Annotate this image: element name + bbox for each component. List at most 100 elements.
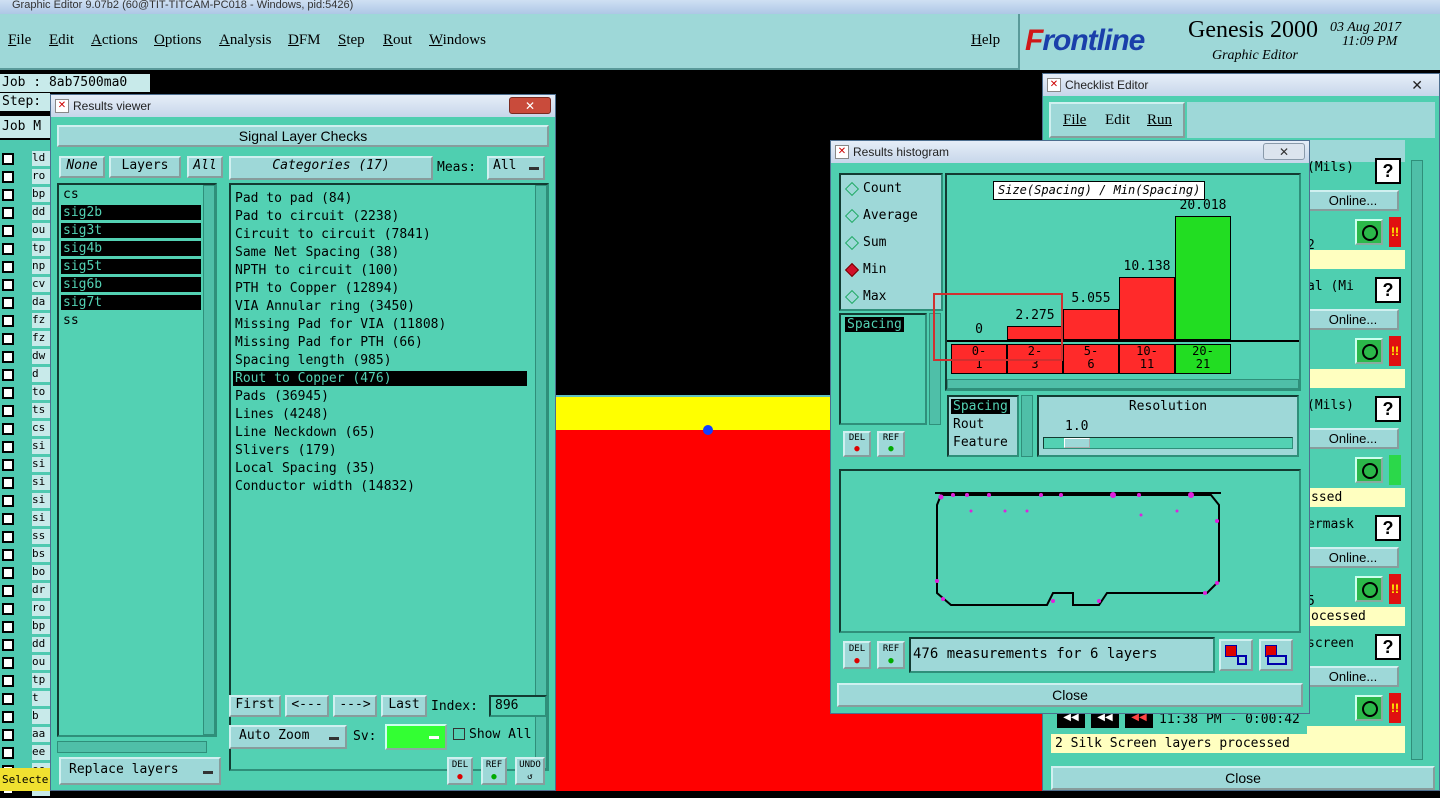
layer-strip-row[interactable]: ou [0,654,50,672]
layer-checkbox[interactable] [2,171,14,183]
layer-strip-row[interactable]: np [0,258,50,276]
menu-dfm[interactable]: DFM [288,32,321,49]
layer-list-item[interactable]: sig2b [61,205,201,220]
step-icon[interactable]: ◀◀ [1091,712,1119,728]
layer-strip-row[interactable]: si [0,456,50,474]
aggregate-option-min[interactable]: Min [843,262,886,277]
online-button[interactable]: Online... [1307,547,1399,568]
layer-strip-row[interactable]: cv [0,276,50,294]
job-matrix-label[interactable]: Job M [0,116,50,138]
layer-checkbox[interactable] [2,621,14,633]
layer-strip-row[interactable]: fz [0,330,50,348]
layer-checkbox[interactable] [2,729,14,741]
layer-strip-row[interactable]: bp [0,618,50,636]
zoom-icon[interactable] [1355,695,1383,721]
category-list-item[interactable]: Circuit to circuit (7841) [233,227,527,242]
aggregate-option-average[interactable]: Average [843,208,918,223]
zoom-home-icon[interactable] [1259,639,1293,671]
online-button[interactable]: Online... [1307,190,1399,211]
layer-strip-row[interactable]: ou [0,222,50,240]
layer-strip-row[interactable]: b [0,708,50,726]
aggregate-option-count[interactable]: Count [843,181,902,196]
sv-color-dropdown[interactable] [385,724,447,750]
category-list-item[interactable]: Line Neckdown (65) [233,425,527,440]
layer-list-item[interactable]: ss [61,313,201,328]
online-button[interactable]: Online... [1307,666,1399,687]
layer-checkbox[interactable] [2,315,14,327]
layer-list-item[interactable]: cs [61,187,201,202]
layer-strip-row[interactable]: dd [0,204,50,222]
category-list-item[interactable]: Same Net Spacing (38) [233,245,527,260]
layer-checkbox[interactable] [2,459,14,471]
zoom-icon[interactable] [1355,338,1383,364]
histogram-bin-label[interactable]: 10- 11 [1119,344,1175,374]
histogram-bin-label[interactable]: 5- 6 [1063,344,1119,374]
layer-strip-row[interactable]: bs [0,546,50,564]
layer-checkbox[interactable] [2,549,14,561]
auto-zoom-dropdown[interactable]: Auto Zoom [229,725,347,749]
layer-strip-row[interactable]: fz [0,312,50,330]
layer-strip-row[interactable]: si [0,438,50,456]
category-list-item[interactable]: VIA Annular ring (3450) [233,299,527,314]
close-icon[interactable]: ✕ [1263,143,1305,160]
menu-windows[interactable]: Windows [429,32,486,49]
layer-checkbox[interactable] [2,153,14,165]
zoom-icon[interactable] [1355,457,1383,483]
size-scrollbar[interactable] [1021,395,1033,457]
measure-item-spacing[interactable]: Spacing [845,317,904,332]
first-button[interactable]: First [229,695,281,717]
layer-checkbox[interactable] [2,513,14,525]
menu-step[interactable]: Step [338,32,365,49]
category-list-item[interactable]: Pads (36945) [233,389,527,404]
layer-checkbox[interactable] [2,441,14,453]
layer-checkbox[interactable] [2,477,14,489]
layers-hscrollbar[interactable] [57,741,207,753]
checklist-menu-edit[interactable]: Edit [1105,112,1130,129]
layer-strip-row[interactable]: si [0,474,50,492]
menu-edit[interactable]: Edit [49,32,74,49]
aggregate-option-max[interactable]: Max [843,289,886,304]
undo-button[interactable]: UNDO ↺ [515,757,545,785]
layer-checkbox[interactable] [2,675,14,687]
category-list-item[interactable]: Lines (4248) [233,407,527,422]
layer-strip-row[interactable]: cs [0,420,50,438]
menu-rout[interactable]: Rout [383,32,412,49]
layers-button[interactable]: Layers [109,156,181,178]
layer-checkbox[interactable] [2,369,14,381]
categories-scrollbar[interactable] [535,185,547,769]
ref-button[interactable]: REF ● [481,757,507,785]
layer-checkbox[interactable] [2,567,14,579]
layer-strip-row[interactable]: si [0,492,50,510]
layer-checkbox[interactable] [2,585,14,597]
histogram-bar[interactable] [1119,277,1175,340]
step-back-icon[interactable]: ◀◀ [1057,712,1085,728]
checklist-close-button[interactable]: Close [1051,766,1435,790]
help-icon[interactable]: ? [1375,158,1401,184]
histogram-bin-label[interactable]: 20- 21 [1175,344,1231,374]
layer-checkbox[interactable] [2,207,14,219]
preview-ref-button[interactable]: REF ● [877,641,905,669]
layer-checkbox[interactable] [2,261,14,273]
menu-file[interactable]: File [8,32,31,49]
layer-strip-row[interactable]: ro [0,168,50,186]
layer-strip-row[interactable]: ro [0,600,50,618]
hist-del-button[interactable]: DEL ● [843,431,871,457]
size-by-item[interactable]: Rout [951,417,986,432]
layer-strip-row[interactable]: aa [0,726,50,744]
layer-checkbox[interactable] [2,711,14,723]
preview-del-button[interactable]: DEL ● [843,641,871,669]
category-list-item[interactable]: Pad to pad (84) [233,191,527,206]
layer-strip-row[interactable]: dr [0,582,50,600]
layers-scrollbar[interactable] [203,185,215,735]
layer-strip-row[interactable]: tp [0,672,50,690]
categories-list[interactable]: Pad to pad (84) Pad to circuit (2238) Circ… [229,183,549,771]
close-icon[interactable]: ✕ [1411,74,1423,96]
layer-list-item[interactable]: sig7t [61,295,201,310]
resolution-slider[interactable] [1043,437,1293,449]
layer-strip-row[interactable]: t [0,690,50,708]
help-icon[interactable]: ? [1375,277,1401,303]
layer-strip-row[interactable]: dd [0,636,50,654]
category-list-item[interactable]: Missing Pad for VIA (11808) [233,317,527,332]
menu-options[interactable]: Options [154,32,202,49]
category-list-item[interactable]: Local Spacing (35) [233,461,527,476]
